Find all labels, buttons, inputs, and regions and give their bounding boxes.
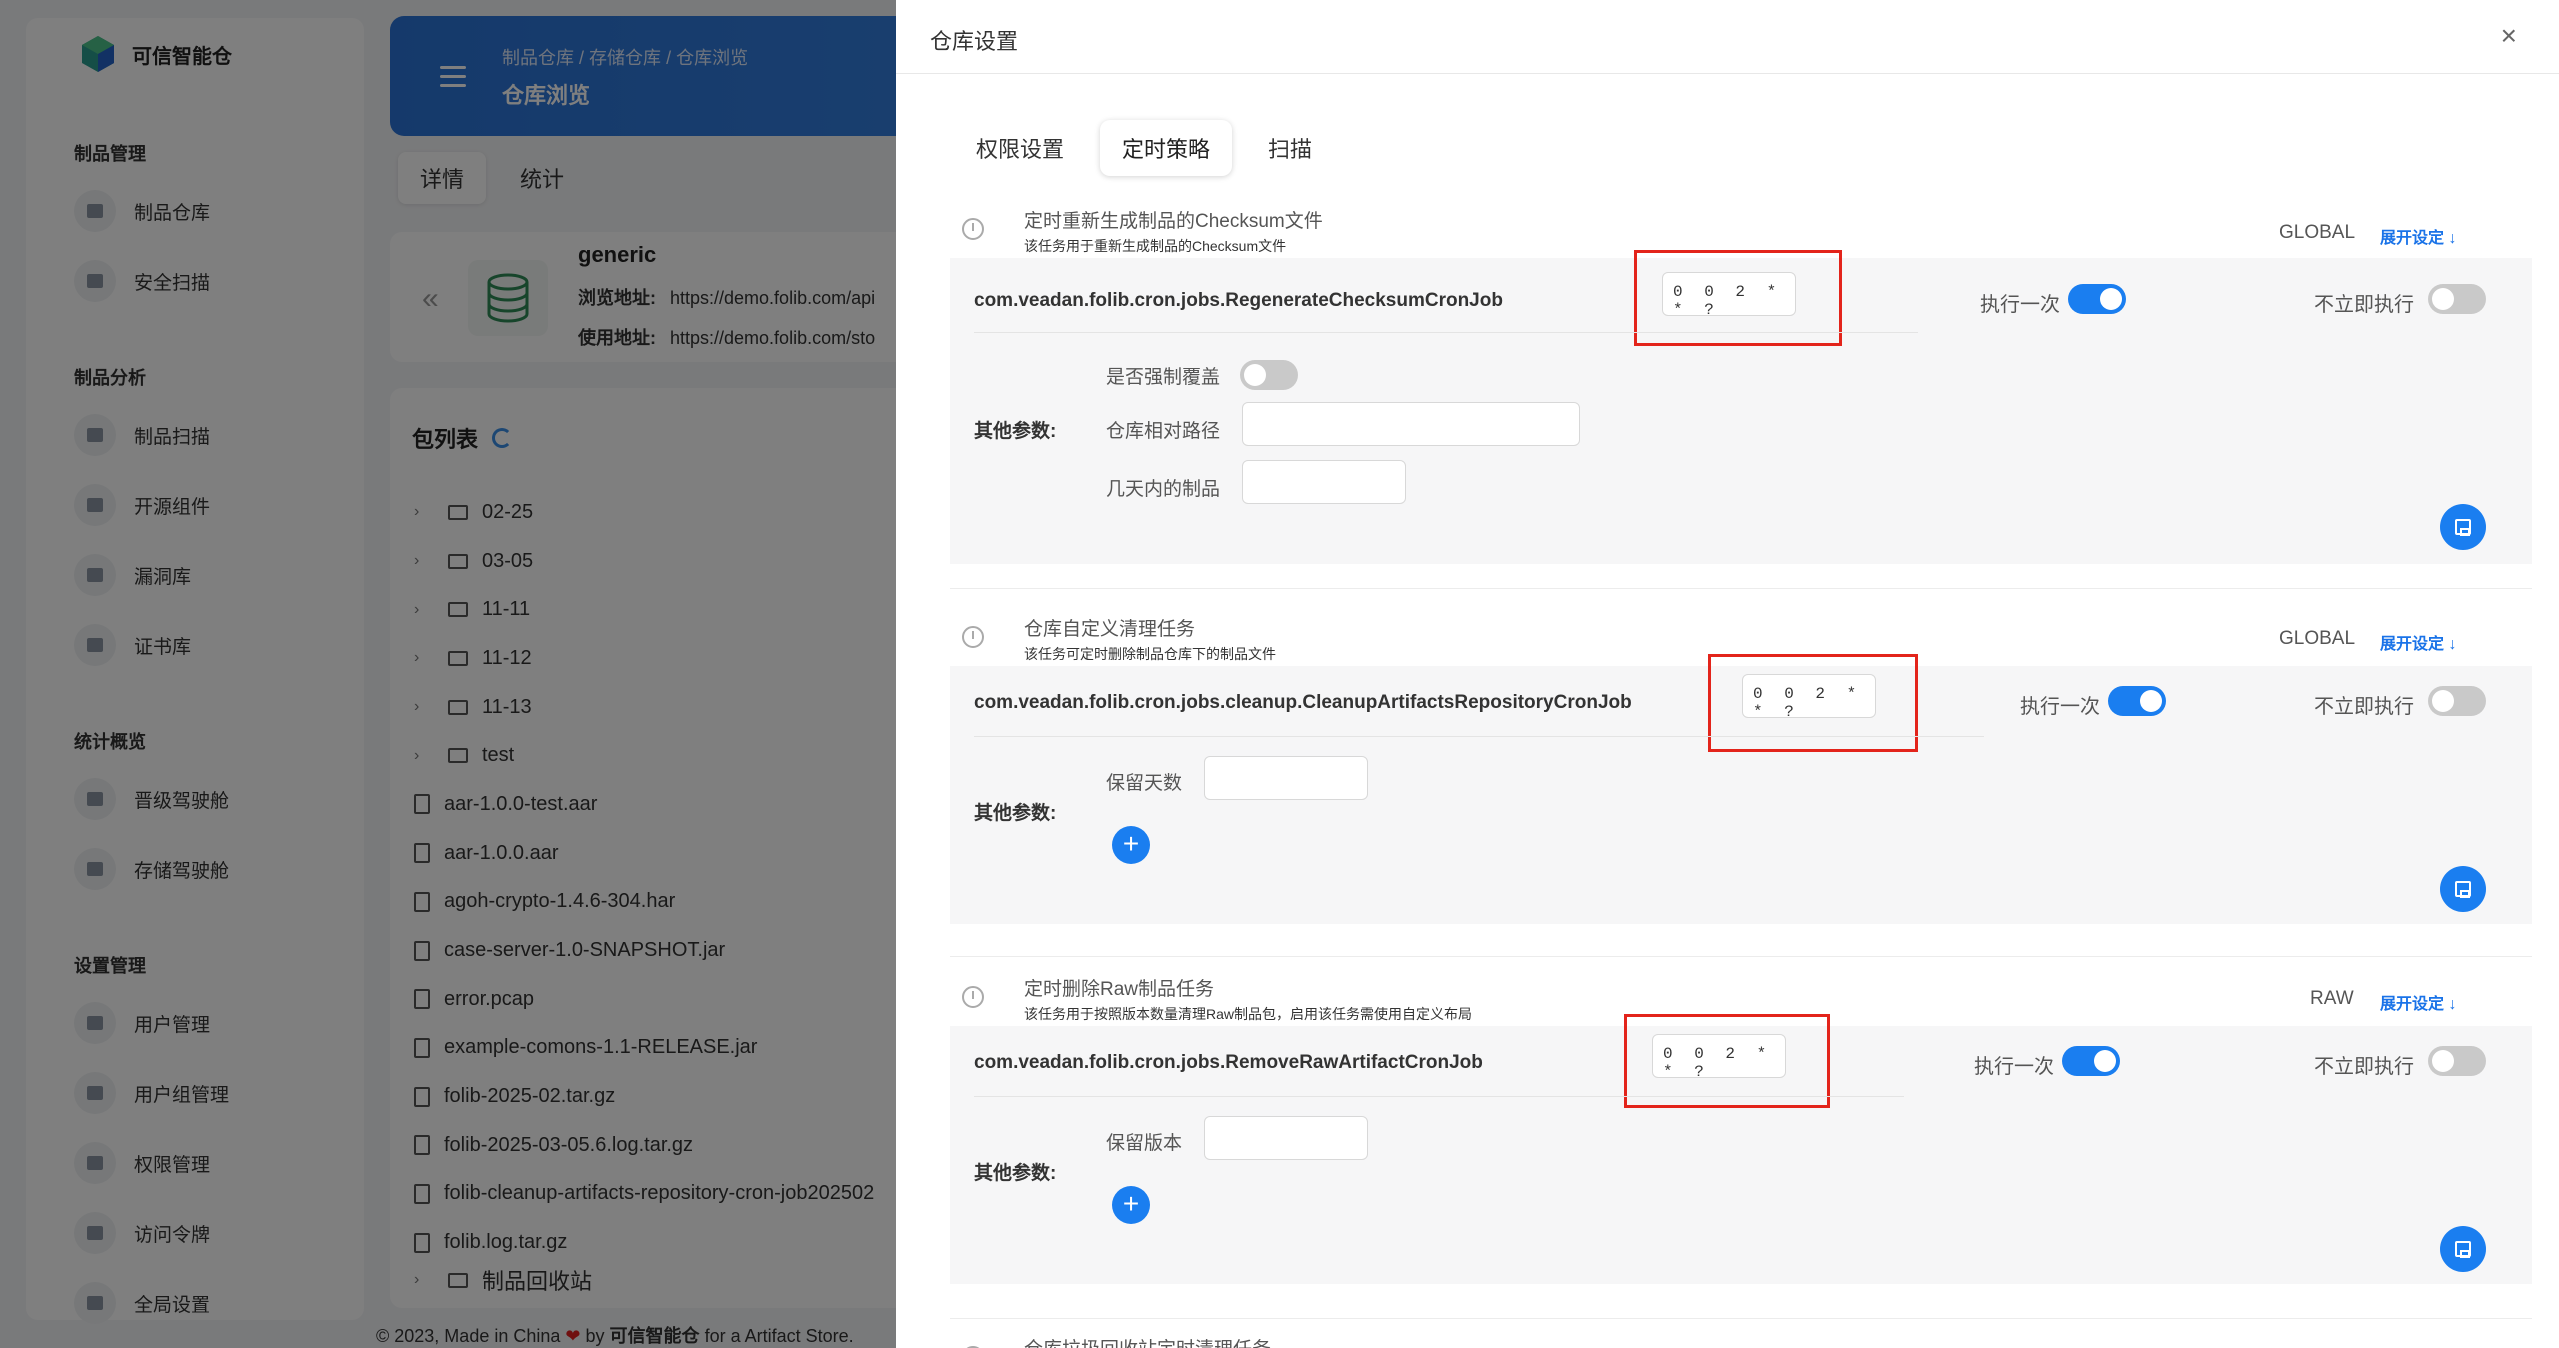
- save-icon[interactable]: [2440, 1226, 2486, 1272]
- expand-settings-link[interactable]: 展开设定 ↓: [2380, 630, 2456, 654]
- no-immediate-label: 不立即执行: [2314, 1056, 2414, 1078]
- retention-versions-input[interactable]: [1204, 1116, 1368, 1160]
- exec-once-label: 执行一次: [1980, 294, 2060, 316]
- drawer-title: 仓库设置: [930, 29, 1019, 54]
- no-immediate-label: 不立即执行: [2314, 294, 2414, 316]
- job-panel: com.veadan.folib.cron.jobs.RemoveRawArti…: [950, 1014, 2532, 1284]
- param-label-days: 几天内的制品: [1106, 479, 1221, 500]
- cron-job-remove-raw: 定时删除Raw制品任务 该任务用于按照版本数量清理Raw制品包，启用该任务需使用…: [896, 974, 2559, 1294]
- expand-settings-link[interactable]: 展开设定 ↓: [2380, 990, 2456, 1014]
- other-params-label: 其他参数:: [974, 421, 1057, 442]
- add-param-button[interactable]: +: [1112, 826, 1150, 864]
- job-scope: GLOBAL: [2279, 222, 2356, 243]
- param-label-retention-days: 保留天数: [1106, 773, 1183, 794]
- param-label-retention-versions: 保留版本: [1106, 1133, 1183, 1154]
- job-class: com.veadan.folib.cron.jobs.RemoveRawArti…: [974, 1052, 1483, 1073]
- section-divider: [950, 956, 2532, 957]
- job-description: 该任务用于按照版本数量清理Raw制品包，启用该任务需使用自定义布局: [1024, 1006, 1473, 1022]
- job-name: 定时删除Raw制品任务: [1024, 979, 1215, 1000]
- exec-once-label: 执行一次: [2020, 696, 2100, 718]
- save-icon[interactable]: [2440, 866, 2486, 912]
- job-panel: com.veadan.folib.cron.jobs.cleanup.Clean…: [950, 654, 2532, 924]
- job-scope: GLOBAL: [2279, 628, 2356, 649]
- exec-once-toggle[interactable]: [2108, 686, 2166, 716]
- close-icon[interactable]: ×: [2501, 22, 2517, 50]
- job-name: 仓库自定义清理任务: [1024, 619, 1196, 640]
- job-panel: com.veadan.folib.cron.jobs.RegenerateChe…: [950, 250, 2532, 564]
- relative-path-input[interactable]: [1242, 402, 1580, 446]
- highlight-box: [1708, 654, 1918, 752]
- expand-settings-link[interactable]: 展开设定 ↓: [2380, 224, 2456, 248]
- job-description: 该任务可定时删除制品仓库下的制品文件: [1024, 646, 1276, 662]
- divider: [974, 736, 1984, 737]
- param-label-relative-path: 仓库相对路径: [1106, 421, 1221, 442]
- cron-job-cleanup: 仓库自定义清理任务 该任务可定时删除制品仓库下的制品文件 GLOBAL 展开设定…: [896, 614, 2559, 934]
- clock-icon: [962, 218, 984, 240]
- force-overwrite-toggle[interactable]: [1240, 360, 1298, 390]
- section-divider: [950, 588, 2532, 589]
- repo-settings-drawer: 仓库设置 × 权限设置 定时策略 扫描 定时重新生成制品的Checksum文件 …: [896, 0, 2559, 1348]
- no-immediate-toggle[interactable]: [2428, 1046, 2486, 1076]
- divider: [974, 1096, 1904, 1097]
- add-param-button[interactable]: +: [1112, 1186, 1150, 1224]
- exec-once-label: 执行一次: [1974, 1056, 2054, 1078]
- param-label-force-overwrite: 是否强制覆盖: [1106, 367, 1221, 388]
- job-class: com.veadan.folib.cron.jobs.cleanup.Clean…: [974, 692, 1632, 713]
- divider: [974, 332, 1918, 333]
- clock-icon: [962, 986, 984, 1008]
- job-scope: RAW: [2310, 988, 2354, 1009]
- tab-scheduled-policy[interactable]: 定时策略: [1100, 120, 1233, 176]
- drawer-tabs: 权限设置 定时策略 扫描: [954, 120, 1334, 176]
- job-description: 该任务用于重新生成制品的Checksum文件: [1024, 238, 1287, 254]
- no-immediate-toggle[interactable]: [2428, 686, 2486, 716]
- section-divider: [950, 1318, 2532, 1319]
- tab-scan[interactable]: 扫描: [1246, 120, 1334, 176]
- retention-days-input[interactable]: [1204, 756, 1368, 800]
- job-name: 仓库垃圾回收站定时清理任务: [1024, 1334, 1271, 1348]
- job-class: com.veadan.folib.cron.jobs.RegenerateChe…: [974, 290, 1503, 311]
- no-immediate-label: 不立即执行: [2314, 696, 2414, 718]
- cron-job-checksum: 定时重新生成制品的Checksum文件 该任务用于重新生成制品的Checksum…: [896, 206, 2559, 566]
- drawer-header: 仓库设置 ×: [896, 0, 2559, 74]
- days-input[interactable]: [1242, 460, 1406, 504]
- no-immediate-toggle[interactable]: [2428, 284, 2486, 314]
- highlight-box: [1624, 1014, 1830, 1108]
- exec-once-toggle[interactable]: [2062, 1046, 2120, 1076]
- clock-icon: [962, 626, 984, 648]
- job-name: 定时重新生成制品的Checksum文件: [1024, 211, 1323, 232]
- exec-once-toggle[interactable]: [2068, 284, 2126, 314]
- tab-permissions[interactable]: 权限设置: [954, 120, 1086, 176]
- save-icon[interactable]: [2440, 504, 2486, 550]
- cron-job-recycle-cleanup: 仓库垃圾回收站定时清理任务: [896, 1334, 2559, 1348]
- other-params-label: 其他参数:: [974, 1163, 1057, 1184]
- other-params-label: 其他参数:: [974, 803, 1057, 824]
